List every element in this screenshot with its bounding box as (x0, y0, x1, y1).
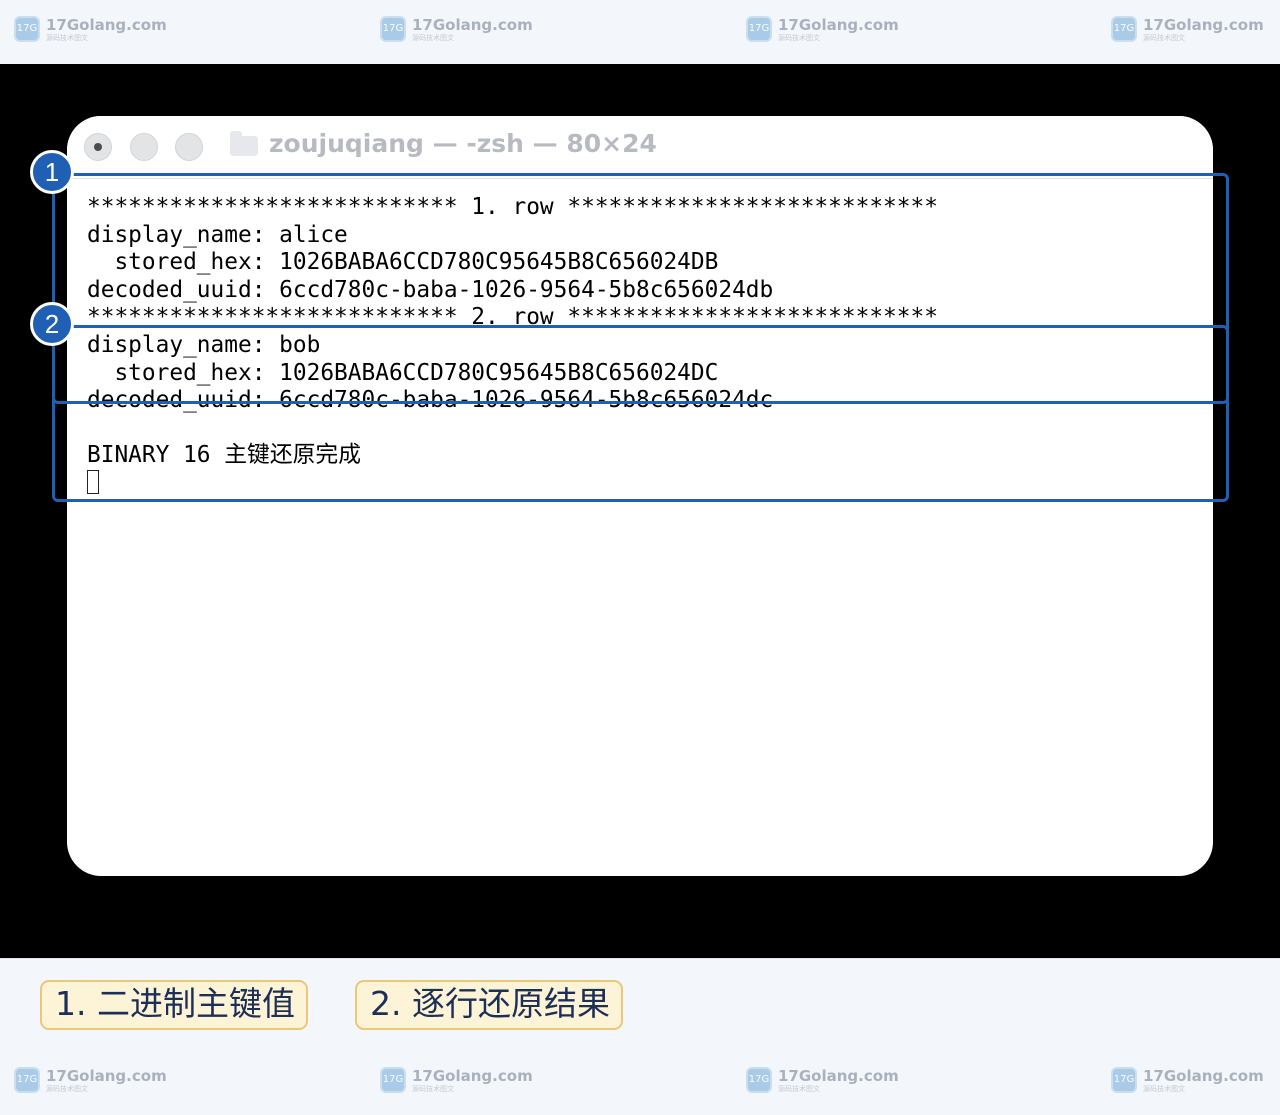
watermark-tagline: 源码技术图文 (1143, 1085, 1185, 1093)
watermark-tagline: 源码技术图文 (778, 1085, 820, 1093)
watermark-site: 17Golang.com (46, 16, 167, 34)
watermark: 17G 17Golang.com 源码技术图文 (14, 1067, 167, 1093)
watermark-logo-icon: 17G (14, 1067, 40, 1093)
watermark: 17G 17Golang.com 源码技术图文 (14, 16, 167, 42)
folder-icon (230, 131, 258, 156)
close-button[interactable] (84, 133, 112, 161)
watermark-logo-icon: 17G (746, 1067, 772, 1093)
watermark-logo-icon: 17G (380, 16, 406, 42)
minimize-button[interactable] (130, 133, 158, 161)
window-titlebar[interactable]: zoujuqiang — -zsh — 80×24 (67, 116, 1213, 179)
watermark-site: 17Golang.com (778, 16, 899, 34)
watermark-logo-icon: 17G (380, 1067, 406, 1093)
watermark-band-top: 17G 17Golang.com 源码技术图文 17G 17Golang.com… (0, 0, 1280, 64)
watermark-site: 17Golang.com (1143, 1067, 1264, 1085)
watermark-site: 17Golang.com (412, 1067, 533, 1085)
watermark: 17G 17Golang.com 源码技术图文 (380, 1067, 533, 1093)
annotation-badge-2: 2 (30, 302, 74, 346)
watermark-logo-icon: 17G (1111, 1067, 1137, 1093)
window-title: zoujuqiang — -zsh — 80×24 (269, 129, 657, 158)
watermark-tagline: 源码技术图文 (778, 34, 820, 42)
watermark-site: 17Golang.com (46, 1067, 167, 1085)
watermark: 17G 17Golang.com 源码技术图文 (746, 16, 899, 42)
highlight-box-2 (52, 325, 1229, 404)
watermark-site: 17Golang.com (412, 16, 533, 34)
watermark-tagline: 源码技术图文 (1143, 34, 1185, 42)
legend-item-1: 1. 二进制主键值 (40, 980, 308, 1030)
watermark-logo-icon: 17G (746, 16, 772, 42)
watermark-tagline: 源码技术图文 (412, 1085, 454, 1093)
annotation-badge-1: 1 (30, 150, 74, 194)
watermark-logo-icon: 17G (14, 16, 40, 42)
watermark: 17G 17Golang.com 源码技术图文 (1111, 1067, 1264, 1093)
legend-item-2: 2. 逐行还原结果 (355, 980, 623, 1030)
watermark-site: 17Golang.com (778, 1067, 899, 1085)
watermark-logo-icon: 17G (1111, 16, 1137, 42)
watermark-tagline: 源码技术图文 (412, 34, 454, 42)
watermark-tagline: 源码技术图文 (46, 1085, 88, 1093)
watermark: 17G 17Golang.com 源码技术图文 (1111, 16, 1264, 42)
maximize-button[interactable] (175, 133, 203, 161)
watermark: 17G 17Golang.com 源码技术图文 (746, 1067, 899, 1093)
watermark-site: 17Golang.com (1143, 16, 1264, 34)
watermark-tagline: 源码技术图文 (46, 34, 88, 42)
watermark: 17G 17Golang.com 源码技术图文 (380, 16, 533, 42)
